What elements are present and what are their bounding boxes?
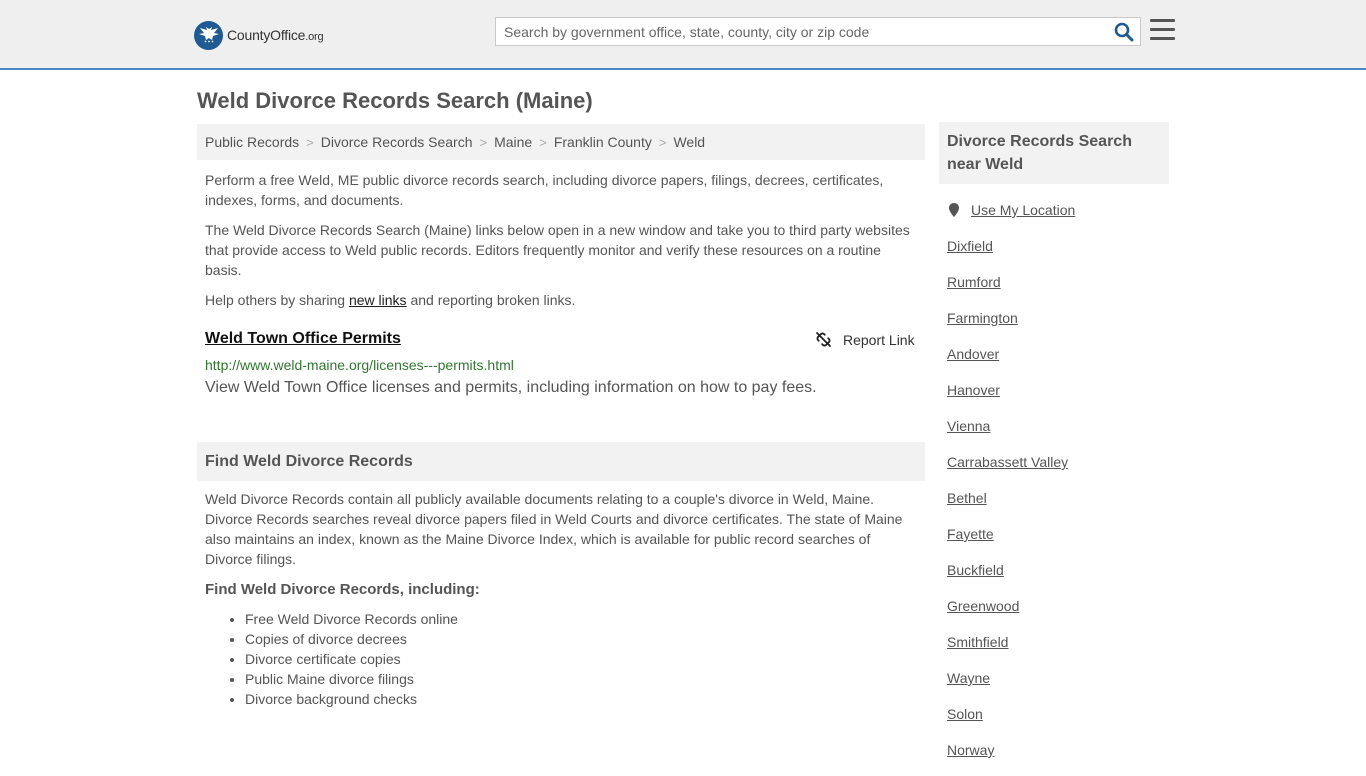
share-text-before: Help others by sharing [205,292,349,308]
report-link-label: Report Link [843,331,915,348]
search-box [495,17,1141,46]
list-item: Free Weld Divorce Records online [245,609,458,629]
nearby-place-link[interactable]: Fayette [947,526,994,542]
list-item: Bethel [947,488,1068,524]
report-link-button[interactable]: Report Link [815,331,915,348]
result-url-link[interactable]: http://www.weld-maine.org/licenses---per… [205,357,514,373]
breadcrumb-separator-icon: > [479,134,488,150]
breadcrumb: Public Records > Divorce Records Search … [197,124,925,160]
page-title: Weld Divorce Records Search (Maine) [197,88,593,113]
breadcrumb-item[interactable]: Public Records [205,134,299,150]
nearby-place-link[interactable]: Farmington [947,310,1018,326]
nearby-place-link[interactable]: Dixfield [947,238,993,254]
list-item: Farmington [947,308,1068,344]
list-item: Hanover [947,380,1068,416]
list-item: Wayne [947,668,1068,704]
list-item: Dixfield [947,236,1068,272]
list-item: Copies of divorce decrees [245,629,458,649]
list-item: Norway [947,740,1068,776]
breadcrumb-item[interactable]: Franklin County [554,134,652,150]
list-item: Greenwood [947,596,1068,632]
result-description: View Weld Town Office licenses and permi… [205,379,817,396]
list-item: Divorce background checks [245,689,458,709]
nearby-place-link[interactable]: Carrabassett Valley [947,454,1068,470]
disclaimer-paragraph: The Weld Divorce Records Search (Maine) … [205,222,910,278]
find-records-heading: Find Weld Divorce Records [197,442,925,481]
nearby-place-link[interactable]: Norway [947,742,994,758]
result-title-link[interactable]: Weld Town Office Permits [205,330,401,348]
intro-paragraph: Perform a free Weld, ME public divorce r… [205,172,884,208]
list-item: Divorce certificate copies [245,649,458,669]
nearby-place-link[interactable]: Andover [947,346,999,362]
list-item: Carrabassett Valley [947,452,1068,488]
sidebar-heading: Divorce Records Search near Weld [939,122,1169,184]
share-text-after: and reporting broken links. [406,292,576,308]
site-header: CountyOffice.org [0,0,1366,70]
logo-suffix-text: .org [305,31,324,43]
nearby-places-list: Dixfield Rumford Farmington Andover Hano… [947,236,1068,776]
eagle-seal-icon [194,20,223,50]
nearby-place-link[interactable]: Greenwood [947,598,1019,614]
find-records-body: Weld Divorce Records contain all publicl… [205,491,903,567]
map-pin-icon [949,203,959,217]
menu-button[interactable] [1150,19,1175,41]
broken-link-icon [816,332,831,347]
site-logo[interactable]: CountyOffice.org [194,20,324,50]
nearby-place-link[interactable]: Bethel [947,490,987,506]
breadcrumb-separator-icon: > [539,134,547,150]
list-item: Vienna [947,416,1068,452]
use-my-location-label: Use My Location [971,202,1076,218]
nearby-place-link[interactable]: Buckfield [947,562,1004,578]
find-records-subheading: Find Weld Divorce Records, including: [205,581,480,598]
search-button[interactable] [1114,22,1134,42]
breadcrumb-item[interactable]: Divorce Records Search [321,134,473,150]
list-item: Solon [947,704,1068,740]
breadcrumb-separator-icon: > [306,134,314,150]
breadcrumb-separator-icon: > [658,134,667,150]
list-item: Rumford [947,272,1068,308]
breadcrumb-item[interactable]: Maine [494,134,532,150]
find-records-list: Free Weld Divorce Records online Copies … [245,609,458,709]
share-paragraph: Help others by sharing new links and rep… [205,290,917,310]
nearby-place-link[interactable]: Vienna [947,418,990,434]
use-my-location-button[interactable]: Use My Location [947,202,1075,218]
logo-wordmark: CountyOffice.org [227,27,324,43]
nearby-place-link[interactable]: Solon [947,706,983,722]
list-item: Buckfield [947,560,1068,596]
breadcrumb-item[interactable]: Weld [673,134,705,150]
search-input[interactable] [496,18,1106,45]
nearby-place-link[interactable]: Hanover [947,382,1000,398]
logo-main-text: CountyOffice [227,27,306,43]
nearby-place-link[interactable]: Smithfield [947,634,1008,650]
new-links-link[interactable]: new links [349,292,407,308]
search-icon [1114,22,1134,42]
list-item: Public Maine divorce filings [245,669,458,689]
list-item: Andover [947,344,1068,380]
nearby-place-link[interactable]: Wayne [947,670,990,686]
hamburger-icon [1150,19,1175,22]
nearby-place-link[interactable]: Rumford [947,274,1001,290]
list-item: Fayette [947,524,1068,560]
list-item: Smithfield [947,632,1068,668]
